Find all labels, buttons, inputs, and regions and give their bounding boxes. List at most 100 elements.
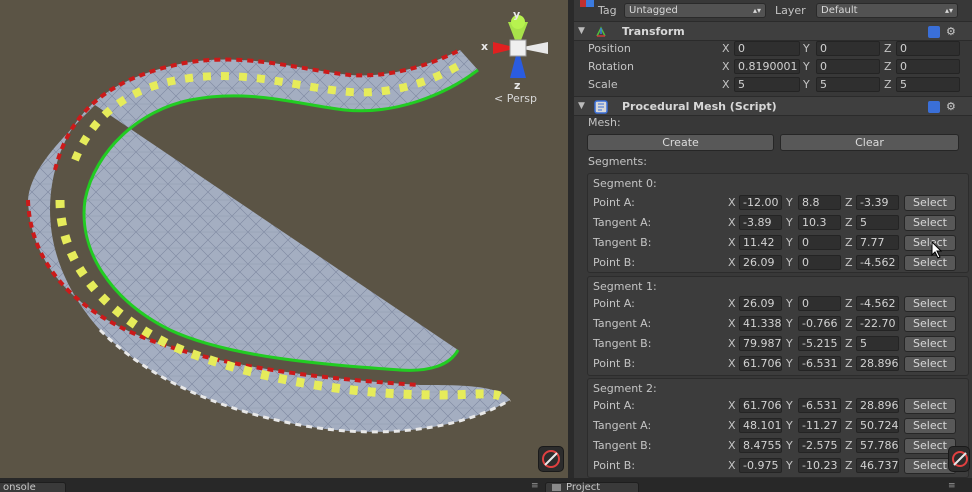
scale-y-field[interactable]: 5 (816, 77, 880, 92)
x-field[interactable]: -12.00 (739, 195, 782, 210)
z-field[interactable]: 50.724 (856, 418, 899, 433)
clear-button[interactable]: Clear (780, 134, 959, 151)
segment-row: Tangent B: X 11.42 Y 0 Z 7.77 Select (588, 234, 972, 252)
axis-y-label: Y (786, 297, 793, 310)
y-field[interactable]: 8.8 (798, 195, 841, 210)
z-field[interactable]: -4.562 (856, 255, 899, 270)
segment-row: Point A: X -12.00 Y 8.8 Z -3.39 Select (588, 194, 972, 212)
axis-z-label: Z (845, 357, 853, 370)
z-field[interactable]: 46.737 (856, 458, 899, 473)
x-field[interactable]: 8.4755 (739, 438, 782, 453)
perspective-toggle[interactable]: < Persp (494, 92, 537, 105)
y-field[interactable]: 0 (798, 235, 841, 250)
x-field[interactable]: 26.09 (739, 296, 782, 311)
no-rotate-icon (542, 450, 560, 468)
tag-label: Tag (598, 4, 617, 17)
x-field[interactable]: 48.101 (739, 418, 782, 433)
axis-z-label: Z (845, 399, 853, 412)
select-button[interactable]: Select (904, 418, 956, 434)
x-field[interactable]: -3.89 (739, 215, 782, 230)
position-x-field[interactable]: 0 (734, 41, 800, 56)
x-field[interactable]: 41.338 (739, 316, 782, 331)
select-button[interactable]: Select (904, 235, 956, 251)
axis-z-label: Z (845, 256, 853, 269)
transform-row-rotation: Rotation X 0.8190001 Y 0 Z 0 (574, 58, 972, 76)
transform-row-scale: Scale X 5 Y 5 Z 5 (574, 76, 972, 94)
z-field[interactable]: -4.562 (856, 296, 899, 311)
z-field[interactable]: 28.896 (856, 356, 899, 371)
position-y-field[interactable]: 0 (816, 41, 880, 56)
orientation-gizmo[interactable] (493, 15, 548, 78)
segment-0-box: Segment 0: Point A: X -12.00 Y 8.8 Z -3.… (587, 173, 969, 273)
y-field[interactable]: -6.531 (798, 398, 841, 413)
fold-arrow-icon[interactable]: ▼ (578, 101, 585, 111)
tab-project[interactable]: Project (545, 482, 639, 492)
field-label: Point B: (593, 256, 636, 269)
y-field[interactable]: -6.531 (798, 356, 841, 371)
procedural-mesh-header[interactable]: ▼ Procedural Mesh (Script) ⚙ (574, 96, 972, 116)
segment-row: Tangent A: X -3.89 Y 10.3 Z 5 Select (588, 214, 972, 232)
axis-z-label: Z (845, 317, 853, 330)
select-button[interactable]: Select (904, 316, 956, 332)
select-button[interactable]: Select (904, 398, 956, 414)
rotation-y-field[interactable]: 0 (816, 59, 880, 74)
z-field[interactable]: 28.896 (856, 398, 899, 413)
transform-header[interactable]: ▼ Transform ⚙ (574, 21, 972, 41)
y-field[interactable]: -5.215 (798, 336, 841, 351)
select-button[interactable]: Select (904, 215, 956, 231)
tab-project-label: Project (566, 482, 601, 492)
y-field[interactable]: -10.23 (798, 458, 841, 473)
x-field[interactable]: 79.987 (739, 336, 782, 351)
z-field[interactable]: 7.77 (856, 235, 899, 250)
select-button[interactable]: Select (904, 356, 956, 372)
z-field[interactable]: -3.39 (856, 195, 899, 210)
z-field[interactable]: 5 (856, 215, 899, 230)
z-field[interactable]: 57.786 (856, 438, 899, 453)
select-button[interactable]: Select (904, 195, 956, 211)
x-field[interactable]: -0.975 (739, 458, 782, 473)
fold-arrow-icon[interactable]: ▼ (578, 26, 585, 36)
z-field[interactable]: -22.70 (856, 316, 899, 331)
tab-console[interactable]: onsole (0, 482, 66, 492)
axis-y-label: Y (786, 317, 793, 330)
z-field[interactable]: 5 (856, 336, 899, 351)
y-field[interactable]: -2.575 (798, 438, 841, 453)
dock-menu-icon[interactable]: ≡ (531, 481, 539, 491)
scene-view[interactable]: y x z < Persp (0, 0, 568, 478)
rotate-tool-button[interactable] (538, 446, 564, 472)
inspector-rotate-button[interactable] (948, 446, 970, 472)
procedural-mesh-title: Procedural Mesh (Script) (622, 100, 777, 113)
y-field[interactable]: 0 (798, 255, 841, 270)
transform-icon (596, 26, 606, 37)
rotation-z-field[interactable]: 0 (896, 59, 960, 74)
updown-arrow-icon: ▴▾ (752, 6, 761, 15)
y-field[interactable]: 10.3 (798, 215, 841, 230)
rotation-x-field[interactable]: 0.8190001 (734, 59, 800, 74)
gear-icon[interactable]: ⚙ (946, 26, 958, 38)
y-field[interactable]: 0 (798, 296, 841, 311)
scale-z-field[interactable]: 5 (896, 77, 960, 92)
select-button[interactable]: Select (904, 255, 956, 271)
select-button[interactable]: Select (904, 336, 956, 352)
dock-menu-icon[interactable]: ≡ (948, 481, 956, 491)
axis-y-label: Y (786, 337, 793, 350)
select-button[interactable]: Select (904, 296, 956, 312)
position-z-field[interactable]: 0 (896, 41, 960, 56)
y-field[interactable]: -11.27 (798, 418, 841, 433)
help-icon[interactable] (928, 101, 940, 113)
x-field[interactable]: 61.706 (739, 398, 782, 413)
layer-dropdown[interactable]: Default ▴▾ (816, 3, 958, 18)
help-icon[interactable] (928, 26, 940, 38)
axis-y-label: Y (786, 357, 793, 370)
y-field[interactable]: -0.766 (798, 316, 841, 331)
gear-icon[interactable]: ⚙ (946, 101, 958, 113)
axis-z-label: Z (845, 337, 853, 350)
scale-x-field[interactable]: 5 (734, 77, 800, 92)
create-button[interactable]: Create (587, 134, 774, 151)
x-field[interactable]: 11.42 (739, 235, 782, 250)
scene-canvas[interactable] (0, 0, 568, 478)
x-field[interactable]: 61.706 (739, 356, 782, 371)
axis-x-label: X (728, 236, 736, 249)
tag-dropdown[interactable]: Untagged ▴▾ (624, 3, 766, 18)
x-field[interactable]: 26.09 (739, 255, 782, 270)
